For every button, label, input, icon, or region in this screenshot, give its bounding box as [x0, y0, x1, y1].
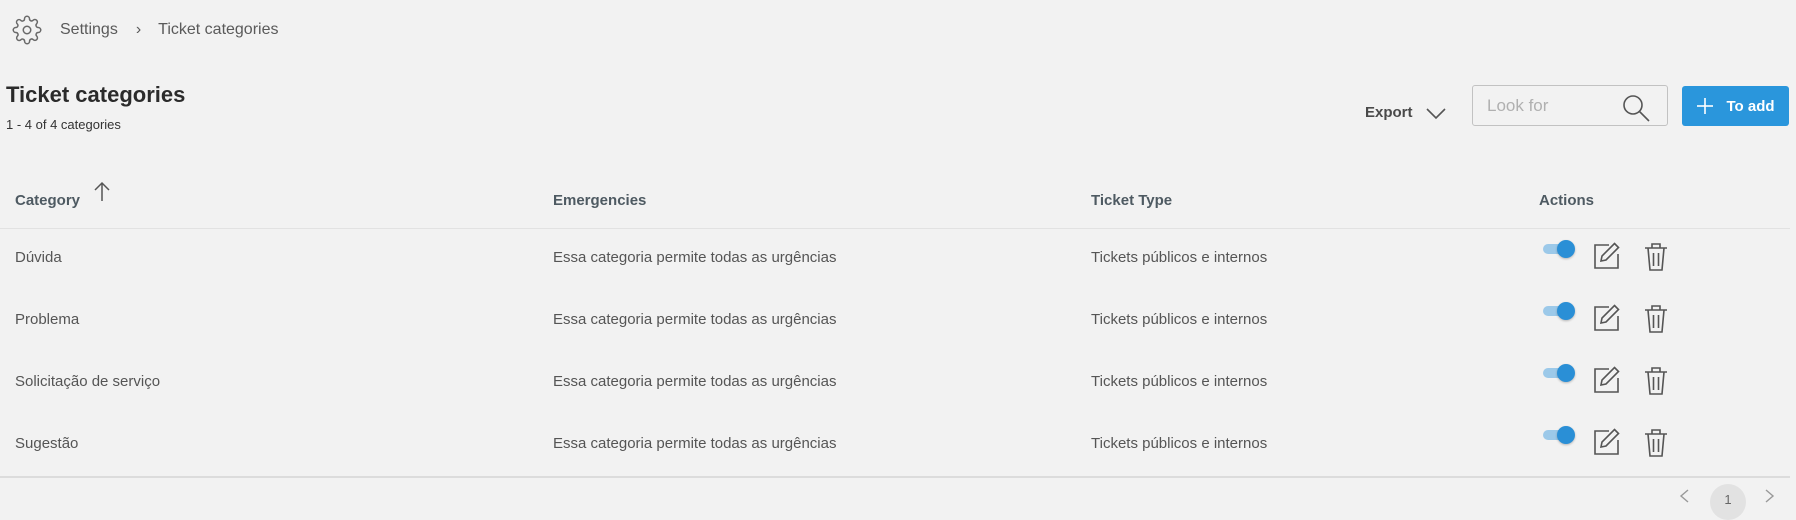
chevron-down-icon	[1425, 106, 1447, 120]
emergencies-cell: Essa categoria permite todas as urgência…	[553, 435, 837, 452]
pagination-current-page[interactable]: 1	[1710, 484, 1746, 520]
table-row: Problema Essa categoria permite todas as…	[0, 291, 1790, 353]
enable-toggle[interactable]	[1543, 239, 1577, 259]
trash-icon[interactable]	[1643, 428, 1669, 458]
results-count: 1 - 4 of 4 categories	[6, 117, 121, 132]
breadcrumb: Settings › Ticket categories	[12, 14, 278, 46]
trash-icon[interactable]	[1643, 242, 1669, 272]
column-header-ticket-type: Ticket Type	[1091, 192, 1173, 209]
trash-icon[interactable]	[1643, 366, 1669, 396]
table-body: Dúvida Essa categoria permite todas as u…	[0, 229, 1790, 477]
trash-icon[interactable]	[1643, 304, 1669, 334]
toggle-knob	[1557, 364, 1575, 382]
column-header-category[interactable]: Category	[15, 192, 80, 209]
toggle-knob	[1557, 240, 1575, 258]
breadcrumb-item-ticket-categories: Ticket categories	[158, 21, 279, 38]
table-row: Sugestão Essa categoria permite todas as…	[0, 415, 1790, 477]
plus-icon	[1696, 97, 1714, 115]
enable-toggle[interactable]	[1543, 363, 1577, 383]
category-cell: Solicitação de serviço	[15, 373, 161, 390]
enable-toggle[interactable]	[1543, 301, 1577, 321]
category-cell: Problema	[15, 311, 80, 328]
edit-icon[interactable]	[1591, 303, 1621, 333]
breadcrumb-item-settings[interactable]: Settings	[60, 21, 118, 39]
table-header: Category Emergencies Ticket Type Actions	[0, 170, 1790, 229]
emergencies-cell: Essa categoria permite todas as urgência…	[553, 373, 837, 390]
toggle-knob	[1557, 302, 1575, 320]
column-header-emergencies: Emergencies	[553, 192, 647, 209]
ticket-type-cell: Tickets públicos e internos	[1091, 311, 1268, 328]
category-cell: Sugestão	[15, 435, 79, 452]
edit-icon[interactable]	[1591, 365, 1621, 395]
table-row: Dúvida Essa categoria permite todas as u…	[0, 229, 1790, 291]
table-footer-divider	[0, 476, 1790, 478]
column-header-actions: Actions	[1539, 192, 1595, 209]
search-box[interactable]	[1472, 85, 1668, 126]
ticket-type-cell: Tickets públicos e internos	[1091, 435, 1268, 452]
ticket-type-cell: Tickets públicos e internos	[1091, 249, 1268, 266]
arrow-up-icon[interactable]	[92, 180, 112, 202]
enable-toggle[interactable]	[1543, 425, 1577, 445]
add-button-label: To add	[1726, 97, 1775, 115]
table-row: Solicitação de serviço Essa categoria pe…	[0, 353, 1790, 415]
page-title: Ticket categories	[6, 82, 186, 107]
toggle-knob	[1557, 426, 1575, 444]
export-dropdown[interactable]: Export	[1365, 104, 1447, 121]
emergencies-cell: Essa categoria permite todas as urgência…	[553, 249, 837, 266]
gear-icon[interactable]	[12, 15, 42, 45]
search-input[interactable]	[1487, 94, 1607, 118]
emergencies-cell: Essa categoria permite todas as urgência…	[553, 311, 837, 328]
categories-table: Category Emergencies Ticket Type Actions…	[0, 170, 1790, 477]
breadcrumb-separator: ›	[135, 21, 142, 38]
ticket-type-cell: Tickets públicos e internos	[1091, 373, 1268, 390]
add-button[interactable]: To add	[1682, 86, 1789, 126]
search-icon[interactable]	[1621, 93, 1651, 123]
edit-icon[interactable]	[1591, 241, 1621, 271]
export-label: Export	[1365, 104, 1413, 121]
edit-icon[interactable]	[1591, 427, 1621, 457]
category-cell: Dúvida	[15, 249, 62, 266]
